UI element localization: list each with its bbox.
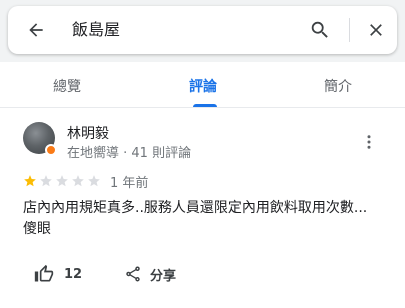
tab-reviews[interactable]: 評論: [163, 62, 243, 107]
tab-about[interactable]: 簡介: [298, 62, 378, 107]
reviewer-name[interactable]: 林明毅: [67, 123, 109, 143]
like-button[interactable]: 12: [34, 262, 82, 286]
arrow-left-icon: [29, 23, 43, 37]
back-button[interactable]: [16, 6, 56, 54]
close-icon: [370, 24, 382, 36]
tab-bar: 總覽 評論 簡介: [0, 62, 405, 108]
like-count: 12: [64, 266, 83, 282]
more-options-button[interactable]: [357, 130, 381, 154]
search-icon: [311, 21, 328, 38]
star-empty-icon: [72, 175, 84, 187]
star-rating: [23, 174, 101, 188]
share-button[interactable]: 分享: [124, 262, 176, 286]
thumb-up-icon: [34, 264, 54, 282]
avatar[interactable]: [23, 122, 57, 156]
search-button[interactable]: [300, 6, 340, 54]
more-vert-icon: [367, 135, 371, 149]
tab-overview[interactable]: 總覽: [27, 62, 107, 107]
reviewer-meta: 在地嚮導 · 41 則評論: [67, 146, 192, 161]
local-guide-badge-icon: [45, 144, 57, 156]
active-tab-indicator: [193, 104, 217, 107]
star-empty-icon: [56, 175, 68, 187]
place-panel: 總覽 評論 簡介 林明毅 在地嚮導 · 41 則評論 1 年前 店內內用規矩真多…: [0, 62, 405, 308]
star-empty-icon: [40, 175, 52, 187]
star-filled-icon: [24, 175, 36, 187]
review-text-line: 店內內用規矩真多..服務人員還限定內用飲料取用次數...: [23, 200, 368, 216]
review-text: 店內內用規矩真多..服務人員還限定內用飲料取用次數... 傻眼: [23, 198, 383, 240]
search-divider: [349, 18, 350, 42]
close-button[interactable]: [356, 6, 396, 54]
review-date: 1 年前: [110, 176, 149, 191]
star-empty-icon: [88, 175, 100, 187]
review-text-line: 傻眼: [23, 221, 51, 237]
search-bar: 飯島屋: [8, 6, 397, 54]
share-icon: [126, 266, 140, 282]
share-label: 分享: [150, 268, 177, 284]
search-query[interactable]: 飯島屋: [72, 6, 120, 54]
